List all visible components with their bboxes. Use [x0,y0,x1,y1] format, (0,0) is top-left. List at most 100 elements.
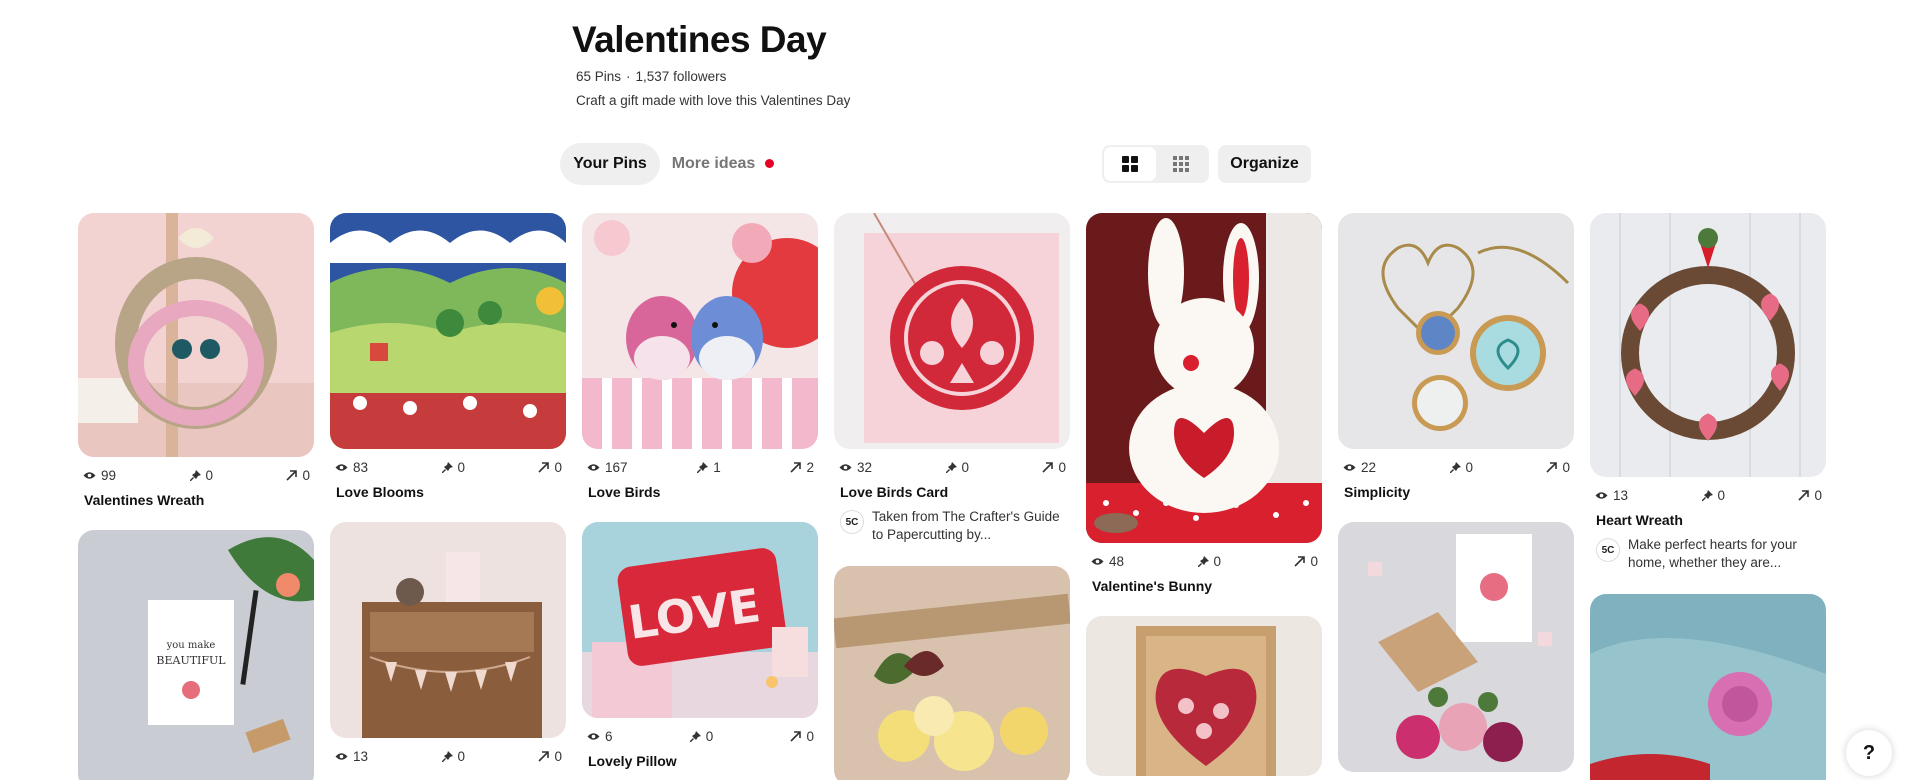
grid-compact-icon [1173,156,1190,172]
eye-icon [839,463,852,471]
saves-stat: 0 [189,468,213,483]
saves-stat: 0 [441,749,465,764]
pin-image[interactable]: LOVE [582,522,818,718]
organize-button[interactable]: Organize [1218,145,1311,183]
eye-icon [1595,491,1608,499]
organize-label: Organize [1230,155,1299,172]
pin-column: 167 1 2 Love Birds LOVE 6 0 0 Lovely Pil… [582,213,818,780]
pin-column: 13 0 0 Heart Wreath 5C Make perfect hear… [1590,213,1826,780]
pin-image[interactable] [834,566,1070,780]
pin-image[interactable] [1086,616,1322,776]
arrow-out-icon [790,730,802,742]
arrow-out-icon [1042,461,1054,473]
avatar[interactable]: 5C [1596,538,1620,562]
clicks-stat: 0 [1042,460,1066,475]
clicks-count: 0 [302,467,310,483]
clicks-stat: 0 [1798,488,1822,503]
pin-for-you-card [1338,522,1574,772]
views-count: 6 [605,728,613,744]
grid-default-icon [1121,156,1138,172]
pin-title[interactable]: Love Birds [582,484,818,500]
pin-image[interactable] [330,213,566,449]
saves-count: 0 [705,728,714,744]
pin-icon [189,469,201,481]
clicks-stat: 0 [538,460,562,475]
pin-image[interactable] [1338,522,1574,772]
view-compact-button[interactable] [1156,147,1208,181]
clicks-count: 0 [1562,459,1570,475]
pin-lovely-pillow: LOVE 6 0 0 Lovely Pillow [582,522,818,769]
saves-stat: 0 [1449,460,1473,475]
pin-icon [945,461,957,473]
avatar[interactable]: 5C [840,510,864,534]
saves-stat: 0 [689,728,714,744]
pin-stats: 13 0 0 [330,748,566,764]
views-stat: 83 [335,460,368,475]
pin-title[interactable]: Simplicity [1338,484,1574,500]
views-stat: 99 [83,468,116,483]
view-toggle [1102,145,1209,183]
eye-icon [587,732,600,740]
pin-title[interactable]: Valentines Wreath [78,492,314,508]
clicks-stat: 2 [790,460,814,475]
views-stat: 6 [587,729,613,744]
clicks-count: 0 [1058,459,1066,475]
eye-icon [83,471,96,479]
clicks-stat: 0 [286,468,310,483]
eye-icon [1343,463,1356,471]
pin-image[interactable] [78,213,314,457]
views-stat: 167 [587,460,628,475]
svg-text:you make: you make [166,640,216,651]
pin-description-text: Make perfect hearts for your home, wheth… [1628,537,1797,570]
pins-count: 65 Pins [576,69,622,84]
pin-sugar-flowers [834,566,1070,780]
saves-count: 0 [457,459,466,475]
pin-stats: 22 0 0 [1338,459,1574,475]
pin-grid: 99 0 0 Valentines Wreath you make BEAUTI… [78,213,1826,780]
pin-image[interactable] [1590,213,1826,477]
clicks-stat: 0 [790,729,814,744]
help-label: ? [1862,741,1876,764]
view-default-button[interactable] [1104,147,1156,181]
pin-valentines-bunny: 48 0 0 Valentine's Bunny [1086,213,1322,594]
pin-description-text: Taken from The Crafter's Guide to Paperc… [872,509,1060,542]
arrow-out-icon [1294,555,1306,567]
saves-stat: 1 [697,460,721,475]
pin-stats: 48 0 0 [1086,553,1322,569]
tab-your-pins[interactable]: Your Pins [560,143,660,185]
pin-title[interactable]: Love Birds Card [834,484,1070,500]
views-count: 13 [353,748,369,764]
tab-more-ideas[interactable]: More ideas [668,143,778,185]
pin-title[interactable]: Love Blooms [330,484,566,500]
pin-image[interactable] [582,213,818,449]
clicks-count: 0 [806,728,814,744]
arrow-out-icon [1798,489,1810,501]
pin-title[interactable]: Heart Wreath [1590,512,1826,528]
pin-stats: 13 0 0 [1590,487,1826,503]
clicks-stat: 0 [1546,460,1570,475]
pin-icon [1449,461,1461,473]
pin-image[interactable] [834,213,1070,449]
pin-title[interactable]: Lovely Pillow [582,753,818,769]
saves-count: 0 [1717,487,1726,503]
pin-quote-print: you make BEAUTIFUL [78,530,314,780]
pin-love-birds: 167 1 2 Love Birds [582,213,818,500]
views-count: 167 [605,459,628,475]
pin-image[interactable] [1338,213,1574,449]
pin-icon [1197,555,1209,567]
pin-image[interactable] [1086,213,1322,543]
help-button[interactable]: ? [1846,730,1892,776]
pin-image[interactable] [330,522,566,738]
views-count: 32 [857,459,873,475]
pin-column: 32 0 0 Love Birds Card 5C Taken from The… [834,213,1070,780]
board-title: Valentines Day [572,19,827,60]
pin-stats: 99 0 0 [78,467,314,483]
pin-image[interactable]: you make BEAUTIFUL [78,530,314,780]
pin-image[interactable] [1590,594,1826,780]
pin-icon [1701,489,1713,501]
pin-love-blooms: 83 0 0 Love Blooms [330,213,566,500]
views-count: 99 [101,467,117,483]
pin-stats: 6 0 0 [582,728,818,744]
pin-title[interactable]: Valentine's Bunny [1086,578,1322,594]
followers-count[interactable]: 1,537 followers [636,69,727,84]
